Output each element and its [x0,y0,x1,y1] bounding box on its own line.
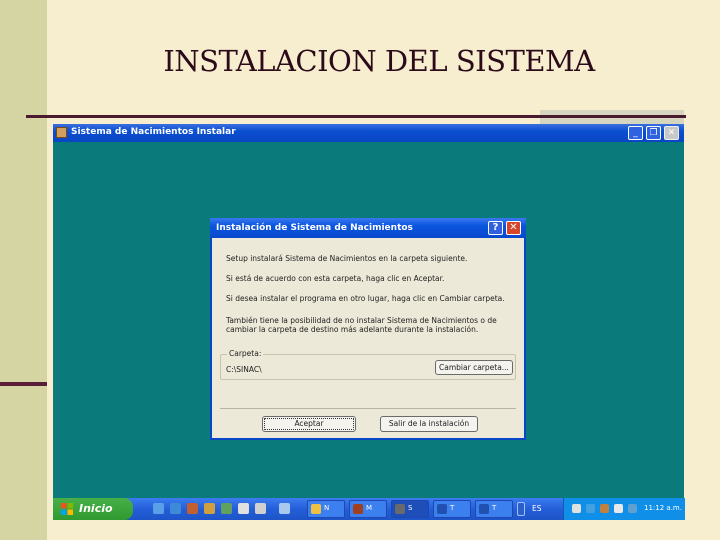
app-icon [353,504,363,514]
clock[interactable]: 11:12 a.m. [644,504,682,512]
start-button[interactable]: Inicio [53,498,133,520]
minimize-button[interactable]: _ [628,126,643,140]
window-title: Sistema de Nacimientos Instalar [71,127,236,137]
exit-instruction-text: También tiene la posibilidad de no insta… [226,316,497,334]
quicklaunch-excel-icon[interactable] [221,503,232,514]
task-label: M [366,504,373,512]
slide-sidebar-accent [0,382,47,386]
slide-title: INSTALACION DEL SISTEMA [163,44,595,78]
help-button[interactable]: ? [488,221,503,235]
change-folder-instruction-text: Si desea instalar el programa en otro lu… [226,294,505,303]
task-label: T [450,504,455,512]
dialog-title-bar[interactable]: Instalación de Sistema de Nacimientos ? … [210,218,526,238]
task-button-1[interactable]: N [307,500,345,518]
accept-instruction-text: Si está de acuerdo con esta carpeta, hag… [226,274,445,283]
dialog-separator [220,408,516,409]
dialog-close-button[interactable]: ✕ [506,221,521,235]
start-label: Inicio [79,502,113,515]
app-icon [56,127,67,138]
task-label: T [492,504,497,512]
language-indicator[interactable]: ES [532,504,542,513]
task-button-4[interactable]: T [433,500,471,518]
quicklaunch-browser-icon[interactable] [170,503,181,514]
task-button-5[interactable]: T [475,500,513,518]
folder-path: C:\SINAC\ [226,365,262,374]
folder-group: Carpeta: C:\SINAC\ Cambiar carpeta... [220,349,516,380]
intro-text: Setup instalará Sistema de Nacimientos e… [226,254,468,263]
quicklaunch-media-icon[interactable] [204,503,215,514]
ok-button[interactable]: Aceptar [262,416,356,432]
quicklaunch-window-icon[interactable] [238,503,249,514]
volume-icon[interactable] [614,504,623,513]
folder-label: Carpeta: [227,349,264,358]
setup-icon [395,504,405,514]
word-icon [437,504,447,514]
change-folder-button[interactable]: Cambiar carpeta... [435,360,513,375]
windows-logo-icon [61,503,73,515]
task-label: N [324,504,330,512]
quicklaunch-app-icon[interactable] [187,503,198,514]
task-label: S [408,504,413,512]
folder-icon [311,504,321,514]
tray-app-icon[interactable] [586,504,595,513]
tray-misc-icon[interactable] [628,504,637,513]
setup-dialog: Instalación de Sistema de Nacimientos ? … [210,218,526,440]
window-close-button[interactable]: ✕ [664,126,679,140]
slide-divider [26,115,686,118]
task-button-3[interactable]: S [391,500,429,518]
quicklaunch-document-icon[interactable] [255,503,266,514]
taskbar: Inicio N M S T T ES 11:12 a.m. [53,498,685,520]
slide-sidebar [0,0,47,540]
word-icon [479,504,489,514]
quicklaunch-extra-icon[interactable] [279,503,290,514]
window-title-bar[interactable]: Sistema de Nacimientos Instalar _ ❐ ✕ [53,124,684,142]
taskbar-scroll-arrows[interactable] [517,502,525,516]
quicklaunch-desktop-icon[interactable] [153,503,164,514]
tray-security-icon[interactable] [600,504,609,513]
task-button-2[interactable]: M [349,500,387,518]
system-tray: ES 11:12 a.m. [532,498,685,520]
restore-button[interactable]: ❐ [646,126,661,140]
dialog-title: Instalación de Sistema de Nacimientos [216,223,413,233]
network-icon[interactable] [572,504,581,513]
exit-setup-button[interactable]: Salir de la instalación [380,416,478,432]
